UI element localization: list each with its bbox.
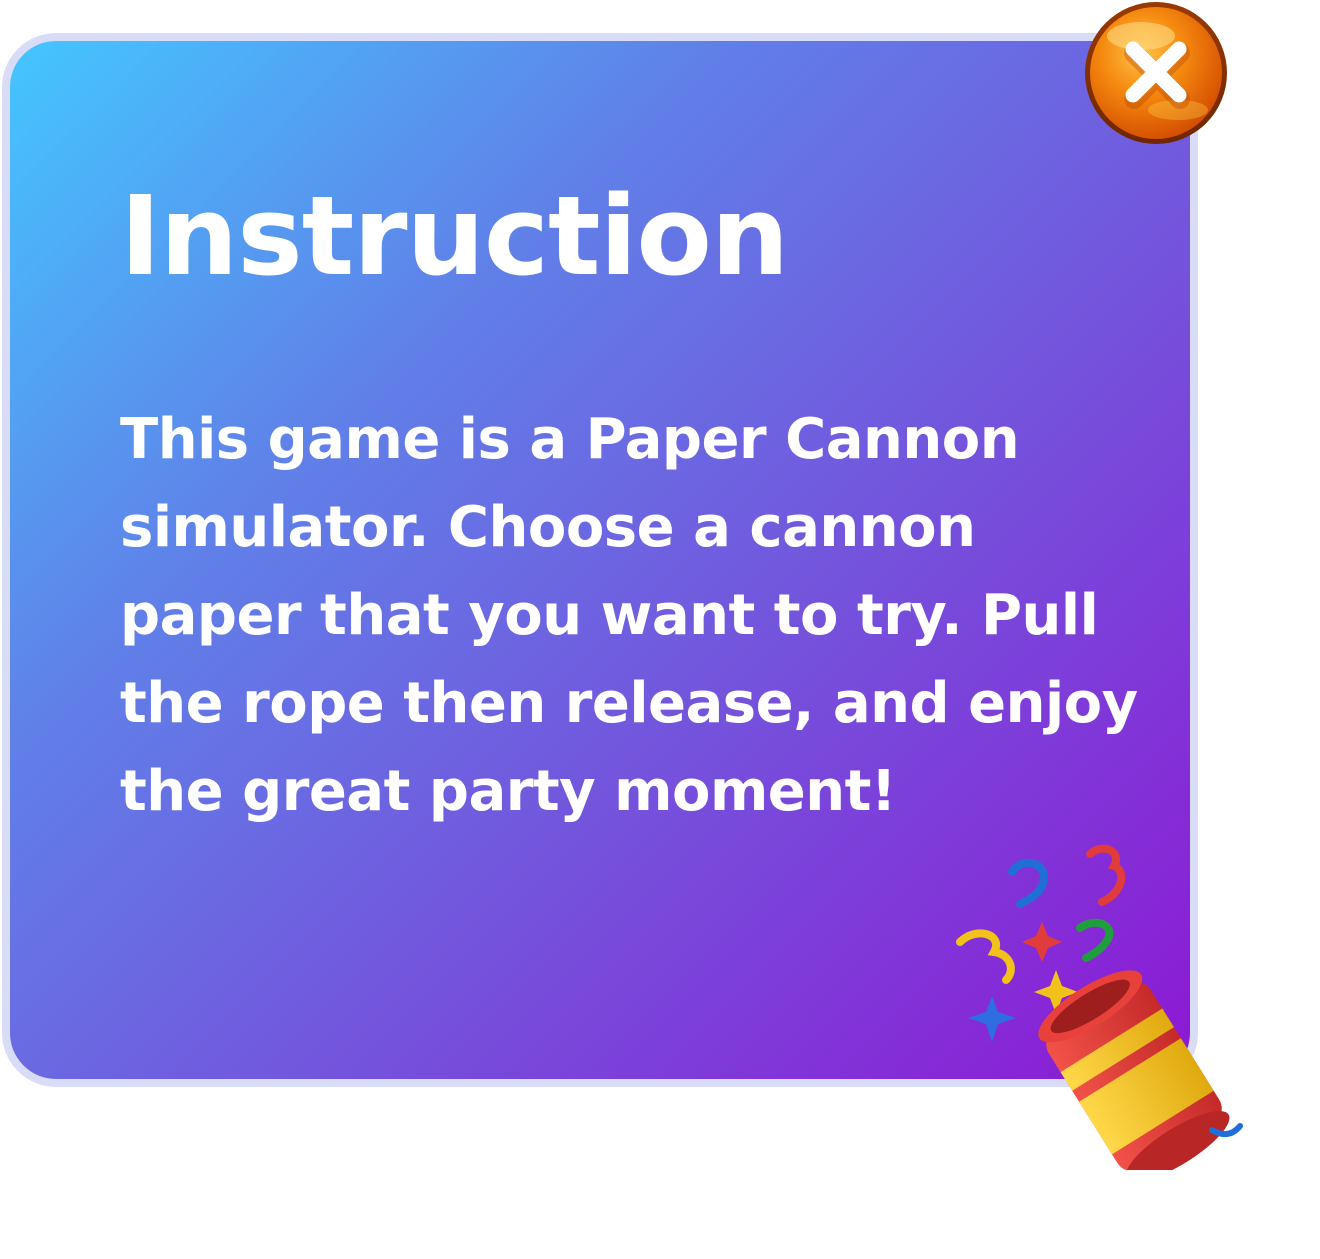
party-popper (940, 830, 1260, 1170)
dialog-title: Instruction (120, 172, 789, 300)
close-button[interactable] (1083, 0, 1229, 146)
party-popper-icon (956, 844, 1243, 1170)
instruction-text: This game is a Paper Cannon simulator. C… (120, 407, 1138, 824)
close-icon (1085, 2, 1227, 144)
